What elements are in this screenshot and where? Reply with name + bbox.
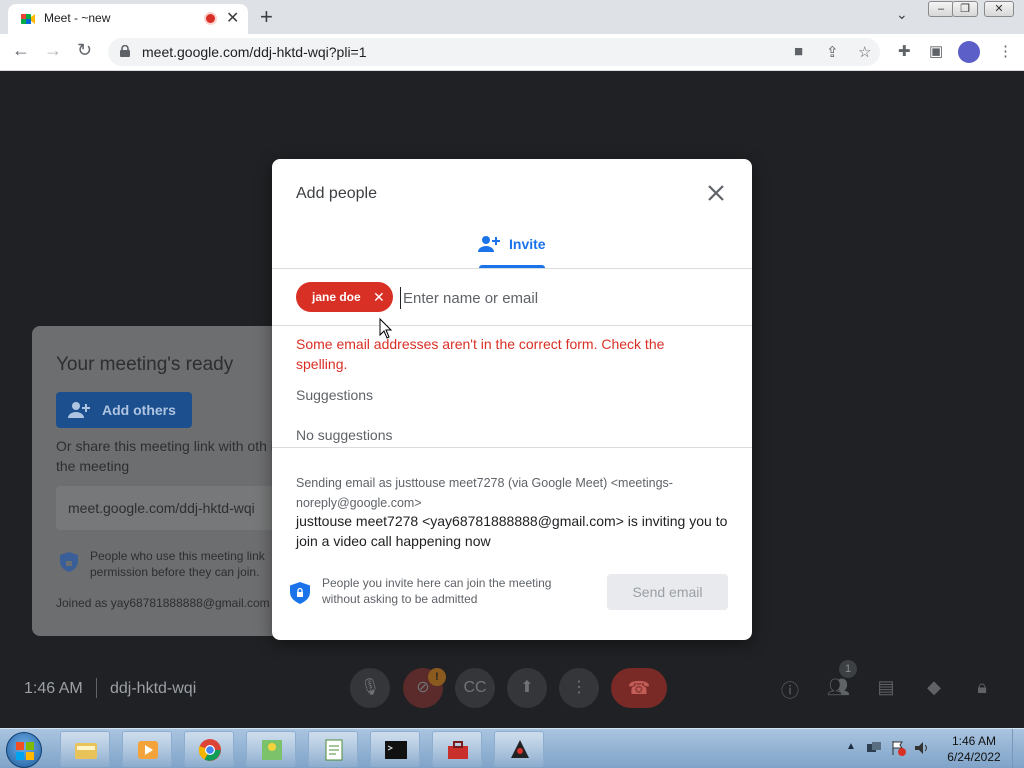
- meeting-code: ddj-hktd-wqi: [110, 680, 197, 697]
- profile-avatar[interactable]: [958, 41, 980, 63]
- end-call-button[interactable]: ☎: [611, 668, 667, 708]
- address-bar[interactable]: meet.google.com/ddj-hktd-wqi?pli=1 ■ ⇪ ☆: [108, 38, 880, 66]
- windows-taskbar: ▲ 1:46 AM 6/24/2022: [0, 728, 1024, 768]
- share-icon[interactable]: ⇪: [826, 43, 839, 61]
- present-screen-icon[interactable]: ⬆: [507, 668, 547, 708]
- paint-icon: [262, 740, 282, 760]
- divider: [272, 325, 752, 326]
- clock-date: 6/24/2022: [947, 750, 1001, 764]
- meeting-link-box[interactable]: meet.google.com/ddj-hktd-wqi: [56, 486, 292, 530]
- folder-icon: [75, 743, 97, 759]
- new-tab-icon[interactable]: +: [260, 4, 273, 30]
- terminal-icon: [385, 741, 407, 759]
- show-hidden-icons-icon[interactable]: ▲: [846, 741, 856, 752]
- lock-icon: [120, 45, 130, 57]
- alert-badge: !: [428, 668, 446, 686]
- browser-menu-icon[interactable]: ⋮: [998, 42, 1013, 60]
- meeting-info-icon[interactable]: ⓘ: [779, 677, 801, 701]
- media-player-icon: [138, 741, 158, 759]
- windows-logo-icon: [16, 742, 34, 760]
- shield-lock-icon: [290, 582, 310, 604]
- activities-icon[interactable]: ◆: [923, 677, 945, 699]
- divider: [96, 678, 97, 698]
- joined-as-text: Joined as yay68781888888@gmail.com: [56, 596, 270, 610]
- reload-icon[interactable]: ↻: [77, 40, 92, 61]
- taskbar-toolbox-button[interactable]: [432, 731, 482, 767]
- taskbar-terminal-button[interactable]: [370, 731, 420, 767]
- volume-icon[interactable]: [914, 740, 930, 756]
- minimize-window-button[interactable]: –: [928, 1, 954, 17]
- browser-tab[interactable]: Meet - ~new ✕: [8, 4, 248, 34]
- action-center-flag-icon[interactable]: [890, 740, 906, 756]
- host-controls-icon[interactable]: 🔒︎: [971, 677, 993, 699]
- taskbar-explorer-button[interactable]: [60, 731, 110, 767]
- close-window-button[interactable]: ✕: [984, 1, 1014, 17]
- send-email-button[interactable]: Send email: [607, 574, 728, 610]
- taskbar-notepad-button[interactable]: [308, 731, 358, 767]
- divider: [272, 447, 752, 448]
- network-icon[interactable]: [866, 740, 882, 756]
- taskbar-media-player-button[interactable]: [122, 731, 172, 767]
- restore-window-button[interactable]: ❐: [952, 1, 978, 17]
- share-link-text: Or share this meeting link with oth in t…: [56, 438, 282, 474]
- tab-invite-label: Invite: [509, 236, 546, 252]
- error-message: Some email addresses aren't in the corre…: [296, 336, 665, 372]
- people-count-badge: 1: [839, 660, 857, 678]
- more-options-icon[interactable]: ⋮: [559, 668, 599, 708]
- side-panel-icon[interactable]: ▣: [929, 42, 943, 60]
- invitation-preview-text: justtouse meet7278 <yay68781888888@gmail…: [296, 513, 728, 549]
- tab-close-icon[interactable]: ✕: [226, 8, 239, 28]
- taskbar-paint-button[interactable]: [246, 731, 296, 767]
- chat-icon[interactable]: ▤: [875, 677, 897, 699]
- no-suggestions-text: No suggestions: [296, 427, 393, 443]
- meeting-ready-card: Your meeting's ready Add others Or share…: [32, 326, 292, 636]
- admit-info-text: People you invite here can join the meet…: [322, 576, 552, 606]
- microphone-icon[interactable]: 🎙︎: [350, 668, 390, 708]
- show-desktop-button[interactable]: [1012, 729, 1024, 768]
- add-others-label: Add others: [102, 402, 176, 418]
- tab-title: Meet - ~new: [44, 11, 111, 25]
- add-person-icon: [68, 402, 90, 418]
- taskbar-java-button[interactable]: [494, 731, 544, 767]
- meet-favicon-icon: [21, 14, 35, 24]
- start-button[interactable]: [6, 732, 42, 768]
- clock-time: 1:46 AM: [951, 734, 997, 748]
- recording-indicator-icon: [204, 12, 217, 25]
- email-input[interactable]: [400, 287, 720, 309]
- bookmark-star-icon[interactable]: ☆: [858, 43, 871, 61]
- java-duke-icon: [511, 740, 529, 758]
- add-people-dialog: Add people Invite jane doe ✕ Some email …: [272, 159, 752, 640]
- meeting-ready-title: Your meeting's ready: [56, 354, 234, 375]
- browser-toolbar: ← → ↻ meet.google.com/ddj-hktd-wqi?pli=1…: [0, 34, 1024, 71]
- system-clock[interactable]: 1:46 AM 6/24/2022: [940, 733, 1008, 765]
- sending-as-text: Sending email as justtouse meet7278 (via…: [296, 476, 673, 510]
- shield-icon: [60, 552, 78, 572]
- toolbox-icon: [448, 741, 468, 759]
- camera-icon[interactable]: ■: [794, 43, 803, 60]
- taskbar-chrome-button[interactable]: [184, 731, 234, 767]
- dialog-title: Add people: [296, 185, 377, 202]
- add-person-icon: [478, 236, 500, 252]
- url-text: meet.google.com/ddj-hktd-wqi?pli=1: [142, 44, 367, 60]
- chrome-icon: [198, 739, 221, 761]
- divider: [272, 268, 752, 269]
- suggestions-heading: Suggestions: [296, 387, 374, 403]
- back-arrow-icon[interactable]: ←: [12, 40, 30, 61]
- extensions-puzzle-icon[interactable]: ✚: [898, 42, 911, 60]
- permission-text: People who use this meeting link permiss…: [90, 549, 265, 579]
- browser-tab-strip: Meet - ~new ✕ + ⌄ – ❐ ✕: [0, 0, 1024, 34]
- forward-arrow-icon[interactable]: →: [44, 40, 62, 61]
- notepad-icon: [325, 739, 343, 761]
- close-icon[interactable]: [704, 181, 728, 205]
- tab-search-chevron-icon[interactable]: ⌄: [896, 6, 908, 23]
- recipient-chip[interactable]: jane doe ✕: [296, 282, 393, 312]
- mouse-pointer-icon: [379, 318, 393, 339]
- remove-recipient-icon[interactable]: ✕: [373, 289, 385, 306]
- recipient-chip-label: jane doe: [312, 290, 361, 304]
- add-others-button[interactable]: Add others: [56, 392, 192, 428]
- people-icon[interactable]: 👥︎: [827, 677, 850, 699]
- meeting-link-text: meet.google.com/ddj-hktd-wqi: [68, 500, 255, 516]
- captions-icon[interactable]: CC: [455, 668, 495, 708]
- meeting-time: 1:46 AM: [24, 680, 83, 697]
